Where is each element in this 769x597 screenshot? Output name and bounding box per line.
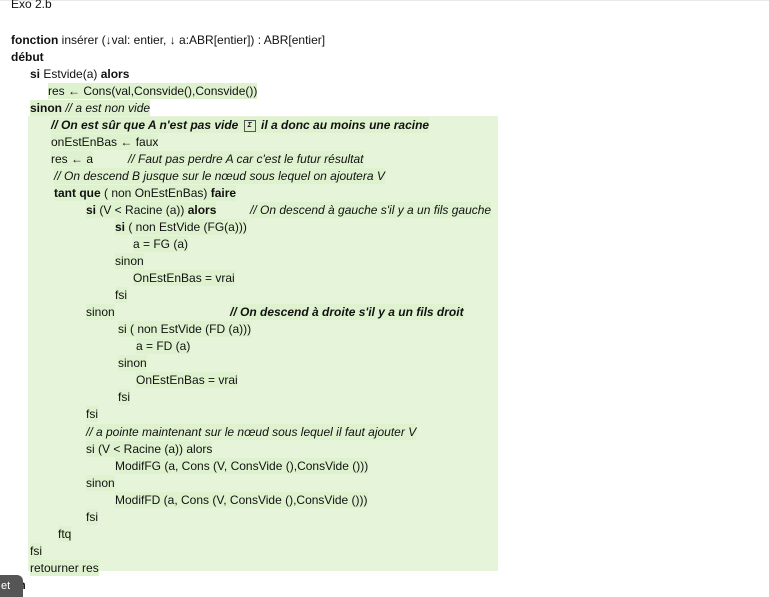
line-a-fg: a = FG (a) — [133, 236, 189, 252]
line-si-fg: si ( non EstVide (FG(a))) — [115, 219, 247, 235]
keyword-si: si — [30, 67, 41, 81]
line-sinon-4: sinon — [118, 355, 147, 371]
function-signature: fonction insérer (↓val: entier, ↓ a:ABR[… — [11, 32, 325, 48]
comment-non-vide: // a est non vide — [62, 101, 151, 115]
exercise-header: Exo 2.b — [11, 0, 52, 11]
line-sinon-2: sinon — [86, 304, 115, 320]
line-si-racine-2: si (V < Racine (a)) alors — [86, 441, 213, 457]
line-onestenbas-vrai-2: OnEstEnBas = vrai — [136, 372, 238, 388]
keyword-debut: début — [11, 50, 44, 64]
line-modif-fg: ModifFG (a, Cons (V, ConsVide (),ConsVid… — [115, 458, 369, 474]
comment-gauche: // On descend à gauche s'il y a un fils … — [250, 202, 492, 218]
keyword-fonction: fonction — [11, 33, 59, 47]
line-a-fd: a = FD (a) — [136, 338, 191, 354]
comment-pointe: // a pointe maintenant sur le nœud sous … — [86, 424, 417, 440]
keyword-faire: faire — [210, 186, 237, 200]
line-fsi-2: fsi — [86, 406, 98, 422]
comment-racine-start: // On est sûr que A n'est pas vide — [51, 118, 239, 132]
line-onestenbas-faux: onEstEnBas ← faux — [51, 134, 159, 150]
line-onestenbas-vrai-1: OnEstEnBas = vrai — [133, 270, 235, 286]
line-tant-que: tant que ( non OnEstEnBas) faire — [54, 185, 237, 201]
line-modif-fd: ModifFD (a, Cons (V, ConsVide (),ConsVid… — [115, 492, 368, 508]
keyword-si-2: si — [86, 203, 97, 217]
line-fsi-3: fsi — [115, 287, 127, 303]
line-fsi-5: fsi — [86, 509, 98, 525]
comment-racine-end: il a donc au moins une racine — [261, 118, 430, 132]
comment-descend-b: // On descend B jusque sur le nœud sous … — [54, 168, 385, 184]
line-res-cons: res ← Cons(val,Consvide(),Consvide()) — [48, 83, 258, 99]
line-fsi-4: fsi — [118, 389, 130, 405]
line-si-estvide: si Estvide(a) alors — [30, 66, 129, 82]
comment-perdre-a: // Faut pas perdre A car c'est le futur … — [128, 151, 364, 167]
keyword-alors: alors — [100, 67, 130, 81]
document-page: Exo 2.b fonction insérer (↓val: entier, … — [0, 0, 769, 597]
line-res-a: res ← a — [51, 151, 94, 167]
comment-droite: // On descend à droite s'il y a un fils … — [230, 304, 464, 320]
line-si-racine: si (V < Racine (a)) alors — [86, 202, 217, 218]
corner-overlay-text: et — [1, 580, 11, 592]
line-retourner: retourner res — [30, 560, 99, 576]
condition-tant-que: ( non OnEstEnBas) — [100, 186, 211, 200]
keyword-alors-2: alors — [187, 203, 217, 217]
line-sinon-5: sinon — [86, 475, 115, 491]
line-si-fd: si ( non EstVide (FD (a))) — [118, 321, 252, 337]
condition-racine: (V < Racine (a)) — [96, 203, 188, 217]
keyword-tant-que: tant que — [54, 186, 101, 200]
keyword-sinon: sinon — [30, 101, 62, 115]
condition-fg: ( non EstVide (FG(a))) — [125, 220, 247, 234]
line-ftq: ftq — [58, 526, 72, 542]
corner-overlay-tab[interactable]: et — [0, 575, 23, 597]
sigma-icon: Σ — [243, 119, 256, 132]
keyword-si-3: si — [115, 220, 126, 234]
line-sinon-3: sinon — [115, 253, 144, 269]
comment-racine: // On est sûr que A n'est pas vide Σ il … — [51, 117, 430, 133]
line-fsi-1: fsi — [30, 543, 42, 559]
signature-text: insérer (↓val: entier, ↓ a:ABR[entier]) … — [58, 33, 326, 47]
condition-estvide: Estvide(a) — [40, 67, 101, 81]
top-divider — [0, 0, 769, 1]
line-sinon-non-vide: sinon // a est non vide — [30, 100, 151, 116]
